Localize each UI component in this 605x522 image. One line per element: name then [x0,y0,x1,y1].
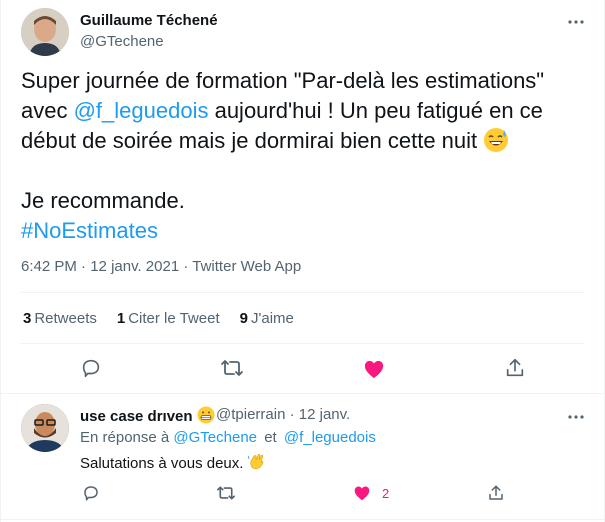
in-reply-prefix: En réponse à [80,429,170,446]
quotes-label: Citer le Tweet [128,310,220,327]
reply-reply-icon[interactable] [81,483,101,503]
reply-author-name[interactable]: use case drıven [80,406,215,425]
meta-separator: · [289,406,295,423]
reply-like-icon[interactable] [352,483,372,503]
reply-author-handle[interactable]: @tpierrain [216,406,285,423]
in-reply-user-link[interactable]: @GTechene [173,429,257,446]
reply-icon[interactable] [79,356,103,380]
tweet-text-part3: Je recommande. [21,188,185,213]
reply-author-avatar[interactable] [21,404,69,452]
divider [21,343,584,344]
retweets-label: Retweets [34,310,97,327]
reply-date[interactable]: 12 janv. [299,406,350,423]
in-reply-to: En réponse à @GTechene et @f_leguedois [80,429,376,446]
more-options-icon[interactable] [566,12,586,32]
tweet-detail-view: Guillaume Téchené @GTechene Super journé… [0,0,605,522]
tweet-date[interactable]: 12 janv. 2021 [90,258,179,275]
hashtag-link[interactable]: #NoEstimates [21,218,158,243]
reply-text-content: Salutations à vous deux. [80,455,244,472]
retweets-count: 3 [23,310,32,327]
author-handle[interactable]: @GTechene [80,33,164,50]
waving-hand-icon [247,453,266,471]
likes-stat[interactable]: 9 J'aime [240,310,294,327]
tweet-time[interactable]: 6:42 PM [21,258,77,275]
quotes-stat[interactable]: 1 Citer le Tweet [117,310,220,327]
divider [21,292,584,293]
likes-label: J'aime [251,310,294,327]
quotes-count: 1 [116,310,126,327]
retweet-icon[interactable] [220,356,244,380]
mention-link[interactable]: @f_leguedois [74,98,209,123]
share-icon[interactable] [503,356,527,380]
reply-retweet-icon[interactable] [215,483,237,503]
reply-share-icon[interactable] [486,483,506,503]
retweets-stat[interactable]: 3 Retweets [23,310,97,327]
tweet-text: Super journée de formation "Par-delà les… [21,66,591,246]
reply-author-name-text: use case drıven [80,408,193,425]
divider [1,519,604,520]
likes-count: 9 [239,310,248,327]
grinning-sweat-icon [483,127,509,153]
meta-separator: · [183,258,189,275]
author-avatar[interactable] [21,8,69,56]
reply-like-count: 2 [382,486,390,501]
tweet-client[interactable]: Twitter Web App [192,258,301,275]
meta-separator: · [81,258,87,275]
reply-text: Salutations à vous deux. [80,453,266,472]
like-icon[interactable] [362,357,386,381]
reply-more-options-icon[interactable] [566,407,586,427]
tweet-meta: 6:42 PM · 12 janv. 2021 · Twitter Web Ap… [21,258,301,275]
reply-meta-row: @tpierrain · 12 janv. [216,406,350,423]
author-name[interactable]: Guillaume Téchené [80,12,218,29]
tweet-stats: 3 Retweets 1 Citer le Tweet 9 J'aime [23,310,294,327]
grimacing-icon [197,406,215,424]
divider [1,393,604,394]
in-reply-user-link[interactable]: @f_leguedois [284,429,376,446]
in-reply-and: et [264,429,277,446]
